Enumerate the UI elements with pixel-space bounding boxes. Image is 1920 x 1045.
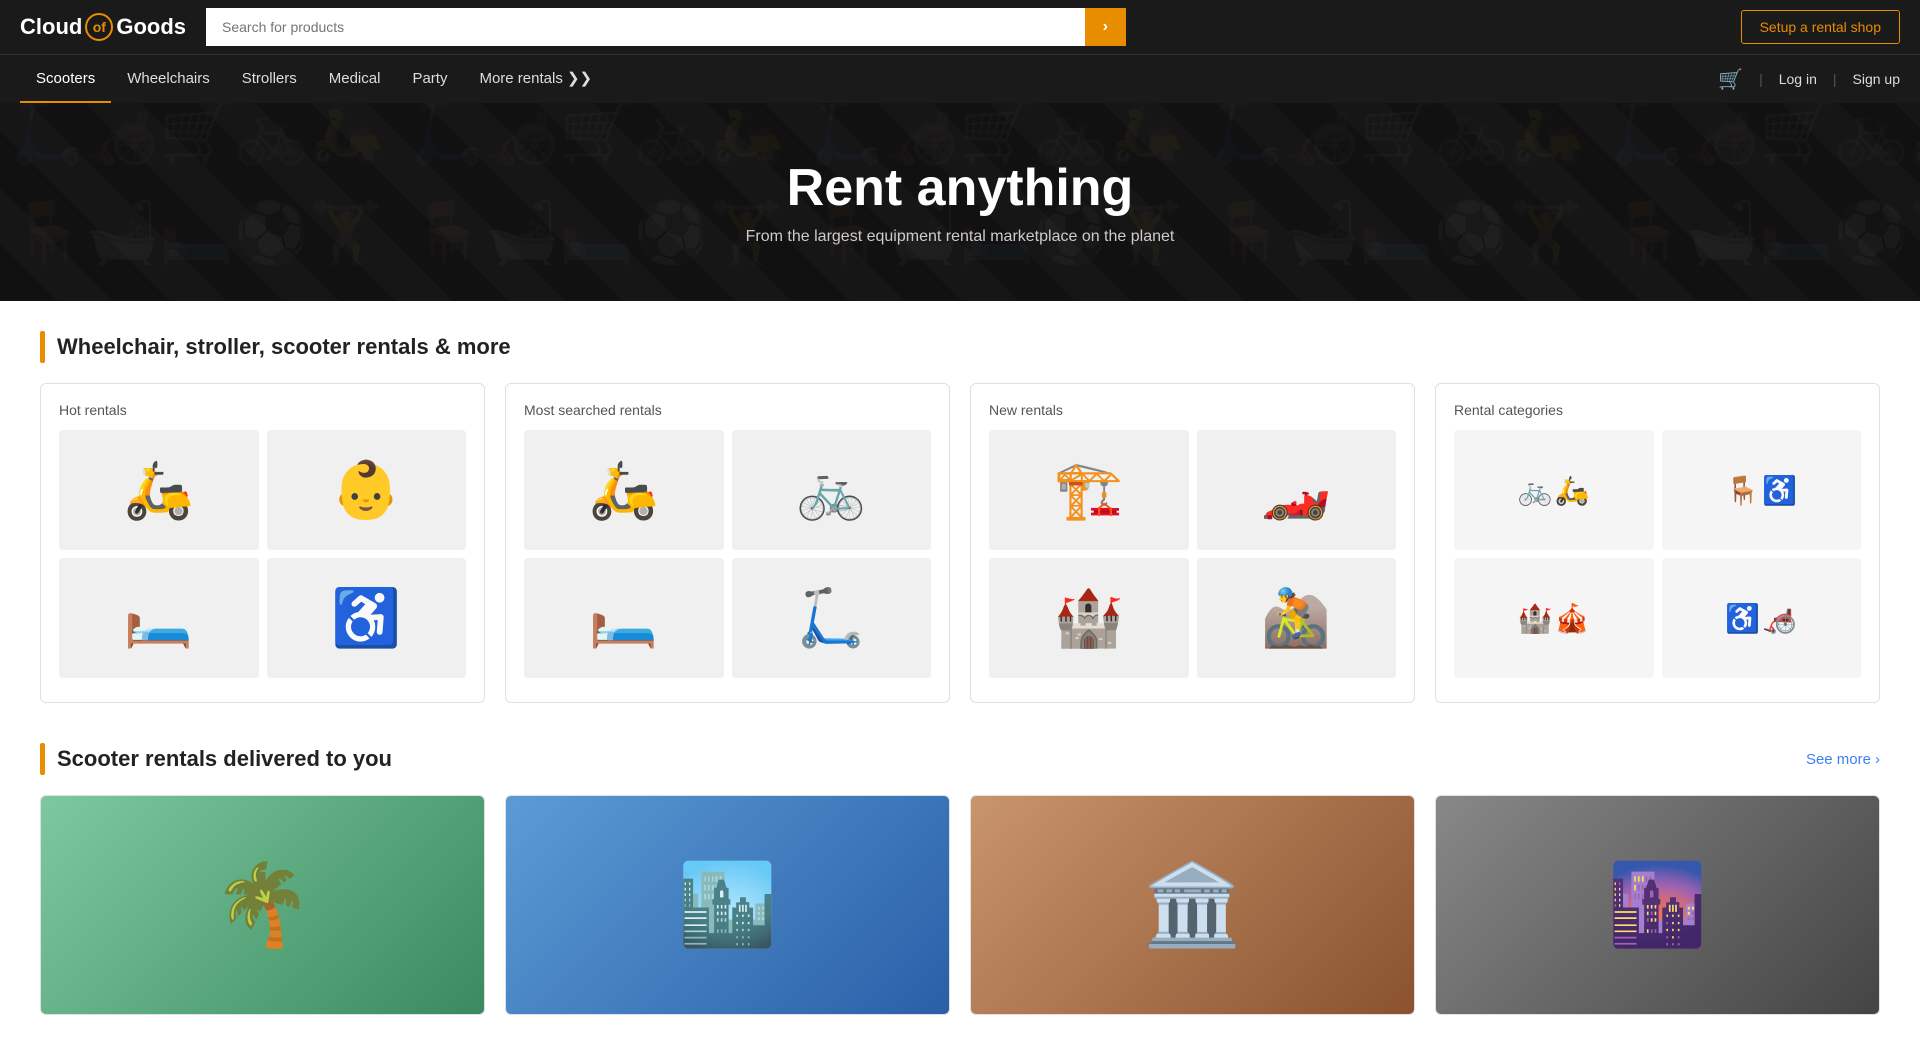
scooter-location-card-2[interactable]: 🏛️ <box>970 795 1415 1015</box>
category-wheelchairs[interactable]: ♿🦽 <box>1662 558 1862 678</box>
most-searched-item-1[interactable]: 🚲 <box>732 430 932 550</box>
chevron-right-icon: › <box>1875 751 1880 768</box>
hero-subtitle: From the largest equipment rental market… <box>20 228 1900 246</box>
new-rentals-title: New rentals <box>989 402 1396 418</box>
log-in-link[interactable]: Log in <box>1779 71 1817 87</box>
hero-title: Rent anything <box>20 158 1900 218</box>
logo-text-after: Goods <box>116 14 186 40</box>
city-icon: 🏙️ <box>678 858 778 952</box>
scooter-location-card-0[interactable]: 🌴 <box>40 795 485 1015</box>
nav-item-more[interactable]: More rentals ❯❯ <box>463 55 608 103</box>
most-searched-item-3[interactable]: 🛴 <box>732 558 932 678</box>
new-rental-item-2[interactable]: 🏰 <box>989 558 1189 678</box>
hot-rentals-images: 🛵 👶 🛏️ ♿ <box>59 430 466 678</box>
search-bar: › <box>206 8 1126 46</box>
main-content: Wheelchair, stroller, scooter rentals & … <box>0 301 1920 1045</box>
rental-categories-grid: 🚲🛵 🪑♿ 🏰🎪 ♿🦽 <box>1454 430 1861 678</box>
most-searched-card: Most searched rentals 🛵 🚲 🛏️ 🛴 <box>505 383 950 703</box>
section2-left: Scooter rentals delivered to you <box>40 743 392 775</box>
new-rentals-card: New rentals 🏗️ 🏎️ 🏰 🚵 <box>970 383 1415 703</box>
section1-header: Wheelchair, stroller, scooter rentals & … <box>40 331 1880 363</box>
street-icon: 🌆 <box>1608 858 1708 952</box>
search-button[interactable]: › <box>1085 8 1126 46</box>
cart-icon[interactable]: 🛒 <box>1718 67 1743 92</box>
scooter-location-card-3[interactable]: 🌆 <box>1435 795 1880 1015</box>
logo-text-before: Cloud <box>20 14 82 40</box>
hot-rentals-title: Hot rentals <box>59 402 466 418</box>
hot-rental-item-0[interactable]: 🛵 <box>59 430 259 550</box>
header-actions: Setup a rental shop <box>1741 10 1900 44</box>
category-mobility[interactable]: 🪑♿ <box>1662 430 1862 550</box>
new-rental-item-3[interactable]: 🚵 <box>1197 558 1397 678</box>
section2-title: Scooter rentals delivered to you <box>57 746 392 772</box>
setup-rental-shop-button[interactable]: Setup a rental shop <box>1741 10 1900 44</box>
nav-right: 🛒 | Log in | Sign up <box>1718 67 1900 92</box>
rental-cards-row: Hot rentals 🛵 👶 🛏️ ♿ Most searched renta… <box>40 383 1880 703</box>
scooter-location-card-1[interactable]: 🏙️ <box>505 795 950 1015</box>
nav-item-scooters[interactable]: Scooters <box>20 56 111 103</box>
new-rentals-images: 🏗️ 🏎️ 🏰 🚵 <box>989 430 1396 678</box>
section1-title: Wheelchair, stroller, scooter rentals & … <box>57 334 511 360</box>
most-searched-title: Most searched rentals <box>524 402 931 418</box>
building-icon: 🏛️ <box>1143 858 1243 952</box>
main-nav: Scooters Wheelchairs Strollers Medical P… <box>0 54 1920 103</box>
nav-item-strollers[interactable]: Strollers <box>226 56 313 103</box>
section2-header: Scooter rentals delivered to you See mor… <box>40 743 1880 775</box>
header: Cloud of Goods › Setup a rental shop <box>0 0 1920 54</box>
section2-accent <box>40 743 45 775</box>
rental-categories-title: Rental categories <box>1454 402 1861 418</box>
search-input[interactable] <box>206 8 1085 46</box>
nav-item-party[interactable]: Party <box>396 56 463 103</box>
new-rental-item-0[interactable]: 🏗️ <box>989 430 1189 550</box>
see-more-link[interactable]: See more › <box>1806 751 1880 768</box>
most-searched-item-2[interactable]: 🛏️ <box>524 558 724 678</box>
most-searched-item-0[interactable]: 🛵 <box>524 430 724 550</box>
hot-rental-item-3[interactable]: ♿ <box>267 558 467 678</box>
sign-up-link[interactable]: Sign up <box>1853 71 1900 87</box>
hot-rental-item-2[interactable]: 🛏️ <box>59 558 259 678</box>
logo-circle: of <box>85 13 113 41</box>
scooter-cards-row: 🌴 🏙️ 🏛️ 🌆 <box>40 795 1880 1015</box>
category-scooters-bikes[interactable]: 🚲🛵 <box>1454 430 1654 550</box>
category-party[interactable]: 🏰🎪 <box>1454 558 1654 678</box>
hot-rental-item-1[interactable]: 👶 <box>267 430 467 550</box>
hero-section: Rent anything From the largest equipment… <box>0 103 1920 301</box>
tropical-icon: 🌴 <box>213 858 313 952</box>
logo[interactable]: Cloud of Goods <box>20 13 190 41</box>
section-accent <box>40 331 45 363</box>
most-searched-images: 🛵 🚲 🛏️ 🛴 <box>524 430 931 678</box>
hot-rentals-card: Hot rentals 🛵 👶 🛏️ ♿ <box>40 383 485 703</box>
rental-categories-card: Rental categories 🚲🛵 🪑♿ 🏰🎪 ♿🦽 <box>1435 383 1880 703</box>
new-rental-item-1[interactable]: 🏎️ <box>1197 430 1397 550</box>
nav-item-wheelchairs[interactable]: Wheelchairs <box>111 56 226 103</box>
nav-item-medical[interactable]: Medical <box>313 56 397 103</box>
